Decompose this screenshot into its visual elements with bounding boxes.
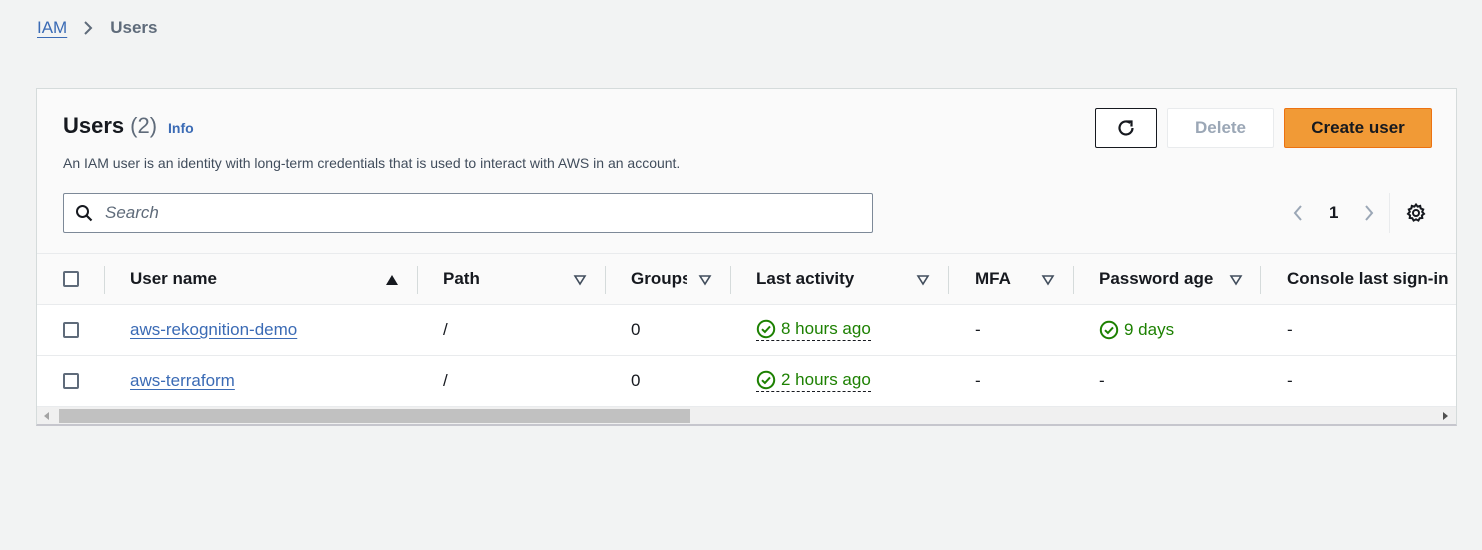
sort-icon[interactable] (573, 273, 587, 287)
mfa-cell: - (975, 371, 981, 390)
console-last-sign-in-cell: - (1287, 371, 1293, 390)
next-page-button[interactable] (1358, 202, 1380, 224)
status-ok-icon (756, 319, 776, 339)
last-activity-cell: 2 hours ago (756, 356, 871, 406)
chevron-left-icon (1292, 204, 1304, 222)
column-divider (605, 266, 606, 294)
column-divider (1260, 266, 1261, 294)
column-divider (1073, 266, 1074, 294)
table-header: User name Path Groups Last activity MFA (37, 254, 1456, 305)
select-all-checkbox[interactable] (63, 271, 79, 287)
last-activity-cell: 8 hours ago (756, 305, 871, 355)
column-divider (417, 266, 418, 294)
column-divider (104, 266, 105, 294)
create-user-button[interactable]: Create user (1284, 108, 1432, 148)
password-age-cell: - (1099, 371, 1105, 390)
last-activity-status[interactable]: 2 hours ago (756, 370, 871, 392)
password-age-text: 9 days (1124, 320, 1175, 339)
refresh-icon (1115, 117, 1137, 139)
last-activity-status[interactable]: 8 hours ago (756, 319, 871, 341)
console-last-sign-in-cell: - (1287, 320, 1293, 339)
search-input[interactable] (103, 202, 827, 224)
sort-icon[interactable] (916, 273, 930, 287)
chevron-right-icon (82, 21, 96, 35)
panel-description: An IAM user is an identity with long-ter… (63, 155, 681, 171)
page-title: Users (63, 113, 125, 138)
groups-cell: 0 (631, 371, 641, 390)
breadcrumb-iam-link[interactable]: IAM (37, 18, 67, 38)
breadcrumb-current: Users (110, 18, 158, 37)
status-ok-icon (1099, 320, 1119, 340)
row-checkbox[interactable] (63, 322, 79, 338)
user-count: (2) (130, 113, 158, 138)
mfa-cell: - (975, 320, 981, 339)
column-header-console-last-sign-in[interactable]: Console last sign-in (1287, 254, 1449, 304)
sort-icon[interactable] (698, 273, 712, 287)
row-checkbox[interactable] (63, 373, 79, 389)
password-age-cell: 9 days (1099, 305, 1174, 355)
column-divider (948, 266, 949, 294)
column-header-user-name[interactable]: User name (130, 254, 217, 304)
password-age-status: 9 days (1099, 320, 1174, 340)
path-cell: / (443, 320, 448, 339)
scroll-left-arrow-icon[interactable] (43, 412, 51, 420)
pagination: 1 (1287, 193, 1380, 233)
sort-icon[interactable] (1041, 273, 1055, 287)
breadcrumb: IAM Users (37, 16, 158, 40)
column-header-password-age[interactable]: Password age (1099, 254, 1213, 304)
column-divider (730, 266, 731, 294)
scrollbar-thumb[interactable] (59, 409, 690, 423)
delete-button[interactable]: Delete (1167, 108, 1274, 148)
previous-page-button[interactable] (1287, 202, 1309, 224)
sort-asc-icon[interactable] (385, 273, 399, 287)
horizontal-scrollbar[interactable] (37, 407, 1456, 424)
table-row: aws-terraform / 0 2 hours ago - - - (37, 356, 1456, 407)
users-panel: Users (2) Info An IAM user is an identit… (36, 88, 1457, 426)
settings-icon[interactable] (1405, 202, 1427, 224)
pager-divider (1389, 193, 1390, 233)
column-header-mfa[interactable]: MFA (975, 254, 1011, 304)
path-cell: / (443, 371, 448, 390)
panel-header: Users (2) Info (63, 113, 194, 139)
user-name-link[interactable]: aws-rekognition-demo (130, 320, 297, 340)
user-name-link[interactable]: aws-terraform (130, 371, 235, 391)
users-table: User name Path Groups Last activity MFA (37, 253, 1456, 408)
refresh-button[interactable] (1095, 108, 1157, 148)
search-box (63, 193, 873, 233)
column-header-path[interactable]: Path (443, 254, 480, 304)
groups-cell: 0 (631, 320, 641, 339)
chevron-right-icon (1363, 204, 1375, 222)
info-link[interactable]: Info (168, 120, 194, 136)
last-activity-text: 2 hours ago (781, 370, 871, 389)
column-header-last-activity[interactable]: Last activity (756, 254, 854, 304)
last-activity-text: 8 hours ago (781, 319, 871, 338)
column-header-groups[interactable]: Groups (631, 254, 687, 304)
scroll-right-arrow-icon[interactable] (1441, 412, 1449, 420)
search-icon (75, 204, 93, 222)
table-row: aws-rekognition-demo / 0 8 hours ago - 9… (37, 305, 1456, 356)
page-number[interactable]: 1 (1329, 203, 1338, 223)
sort-icon[interactable] (1229, 273, 1243, 287)
status-ok-icon (756, 370, 776, 390)
